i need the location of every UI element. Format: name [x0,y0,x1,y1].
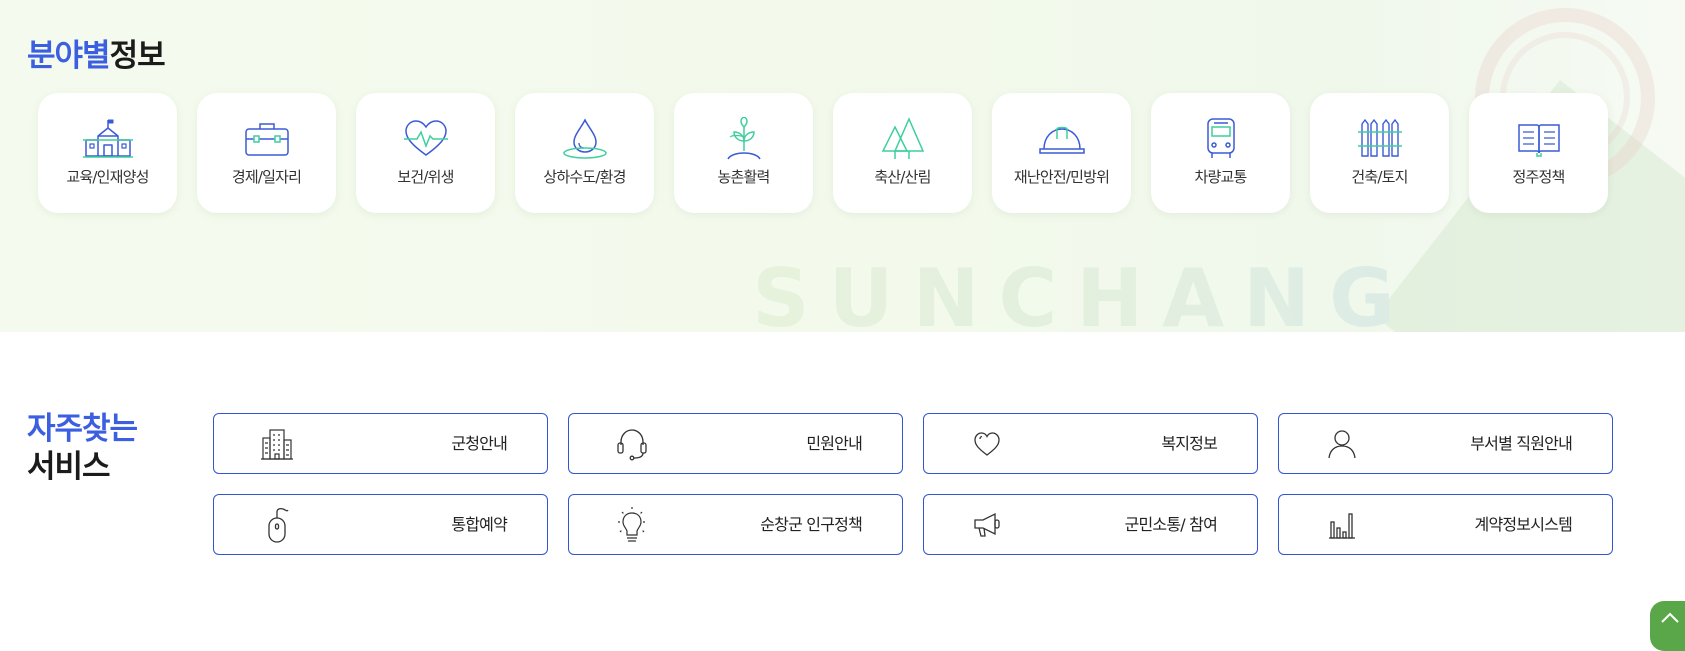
service-participation[interactable]: 군민소통/ 참여 [923,494,1258,555]
school-icon [81,117,135,161]
service-label: 부서별 직원안내 [1470,434,1573,453]
trees-icon [876,117,930,161]
heart-icon [968,427,1006,461]
category-card-forest[interactable]: 축산/산림 [833,93,972,213]
services-title-accent: 자주찾는 [27,411,138,447]
category-card-settlement[interactable]: 정주정책 [1469,93,1608,213]
service-county-office[interactable]: 군청안내 [213,413,548,474]
floating-shortcut-button[interactable] [1650,601,1685,651]
category-card-water[interactable]: 상하수도/환경 [515,93,654,213]
service-staff-directory[interactable]: 부서별 직원안내 [1278,413,1613,474]
category-label: 농촌활력 [717,168,770,186]
service-label: 군청안내 [451,434,507,453]
category-label: 보건/위생 [397,168,454,186]
frequent-services-grid: 군청안내 민원안내 복지정보 부서별 직원안내 통합예약 순창군 인구정책 군민… [213,413,1613,555]
briefcase-icon [240,117,294,161]
headset-icon [613,427,651,461]
water-drop-icon [558,117,612,161]
megaphone-icon [968,508,1006,542]
category-card-rural[interactable]: 농촌활력 [674,93,813,213]
bar-chart-icon [1323,508,1361,542]
category-card-health[interactable]: 보건/위생 [356,93,495,213]
category-card-building[interactable]: 건축/토지 [1310,93,1449,213]
category-label: 상하수도/환경 [543,168,626,186]
category-label: 교육/인재양성 [66,168,149,186]
building-icon [258,427,296,461]
lightbulb-icon [613,507,651,542]
open-book-icon [1512,117,1566,161]
field-info-title: 분야별정보 [27,36,166,76]
services-title: 자주찾는 서비스 [27,410,138,486]
field-info-title-accent: 분야별 [27,38,111,74]
sprout-icon [717,117,771,161]
service-label: 복지정보 [1161,434,1217,453]
service-welfare[interactable]: 복지정보 [923,413,1258,474]
service-civil-affairs[interactable]: 민원안내 [568,413,903,474]
category-label: 건축/토지 [1351,168,1408,186]
services-title-rest: 서비스 [27,449,111,485]
category-label: 경제/일자리 [231,168,302,186]
service-label: 계약정보시스템 [1474,515,1573,534]
safety-helmet-icon [1035,117,1089,161]
person-icon [1323,427,1361,461]
service-label: 민원안내 [806,434,862,453]
category-card-traffic[interactable]: 차량교통 [1151,93,1290,213]
service-label: 군민소통/ 참여 [1124,515,1218,534]
heartbeat-icon [399,117,453,161]
service-label: 순창군 인구정책 [760,515,863,534]
mouse-icon [258,507,296,543]
field-info-section: 분야별정보 SUNCHANG 교육/인재양성 경제/일자리 보건/위생 상하수도… [0,0,1685,332]
service-label: 통합예약 [451,515,507,534]
category-label: 정주정책 [1512,168,1565,186]
category-label: 재난안전/민방위 [1013,168,1110,186]
service-contract-info[interactable]: 계약정보시스템 [1278,494,1613,555]
category-list: 교육/인재양성 경제/일자리 보건/위생 상하수도/환경 농촌활력 축산/산림 … [38,93,1608,213]
fence-icon [1353,117,1407,161]
category-label: 차량교통 [1194,168,1247,186]
service-population-policy[interactable]: 순창군 인구정책 [568,494,903,555]
category-label: 축산/산림 [874,168,931,186]
category-card-safety[interactable]: 재난안전/민방위 [992,93,1131,213]
category-card-economy[interactable]: 경제/일자리 [197,93,336,213]
field-info-title-rest: 정보 [109,38,166,74]
service-reservation[interactable]: 통합예약 [213,494,548,555]
bus-icon [1194,117,1248,161]
category-card-education[interactable]: 교육/인재양성 [38,93,177,213]
watermark-text: SUNCHANG [752,254,1414,333]
